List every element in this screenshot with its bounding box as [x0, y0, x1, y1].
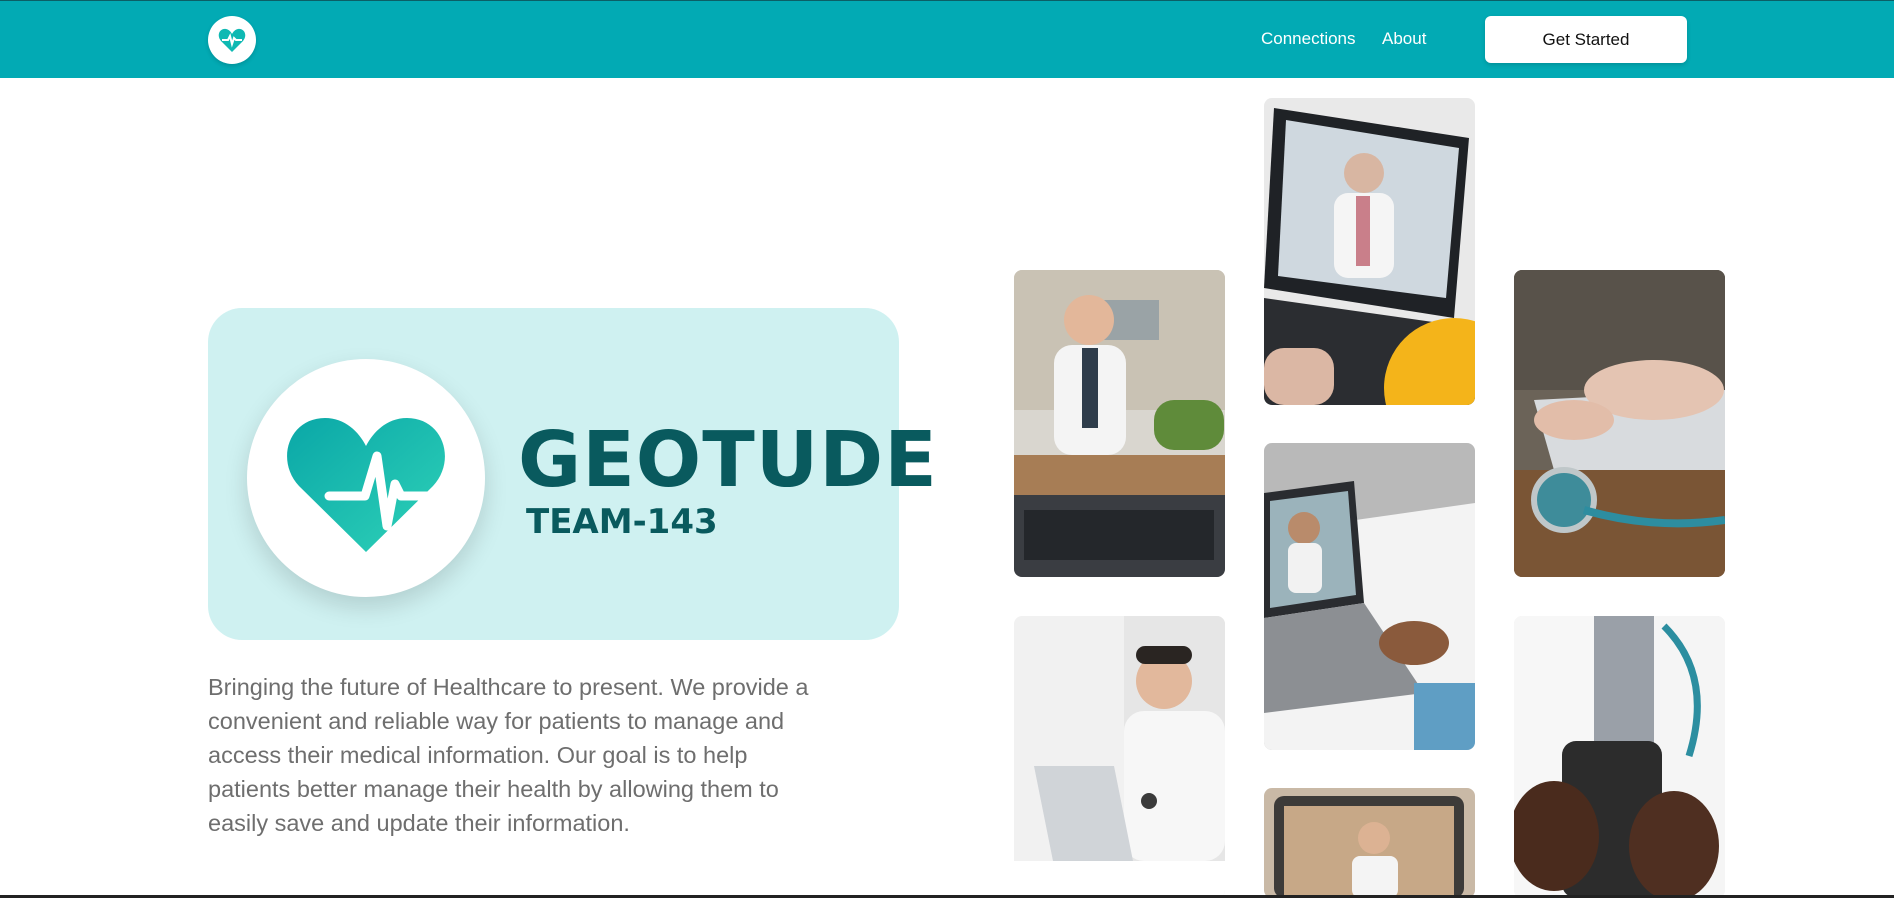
- home-logo-link[interactable]: [208, 16, 256, 64]
- team-label: TEAM-143: [526, 502, 718, 542]
- hero-tagline: Bringing the future of Healthcare to pre…: [208, 674, 809, 836]
- doctor-on-laptop-photo: [1014, 616, 1225, 898]
- top-navigation-bar: Connections About Get Started: [0, 0, 1894, 78]
- brand-logo-card: GEOTUDE TEAM-143: [208, 308, 937, 640]
- brand-logo-circle: [247, 359, 485, 597]
- nav-link-connections[interactable]: Connections: [1261, 29, 1356, 49]
- get-started-button[interactable]: Get Started: [1485, 16, 1687, 63]
- heart-pulse-icon: [218, 28, 246, 52]
- typing-with-stethoscope-photo: [1514, 270, 1725, 577]
- patient-video-call-photo: [1264, 443, 1475, 750]
- doctor-holding-phone-photo: [1514, 616, 1725, 898]
- doctor-at-desk-photo: [1014, 270, 1225, 577]
- heart-pulse-icon: [287, 418, 448, 552]
- nav-link-about[interactable]: About: [1382, 29, 1426, 49]
- doctor-on-tablet-photo: [1264, 788, 1475, 898]
- brand-name: GEOTUDE: [518, 416, 938, 505]
- doctor-on-laptop-video-call-photo: [1264, 98, 1475, 405]
